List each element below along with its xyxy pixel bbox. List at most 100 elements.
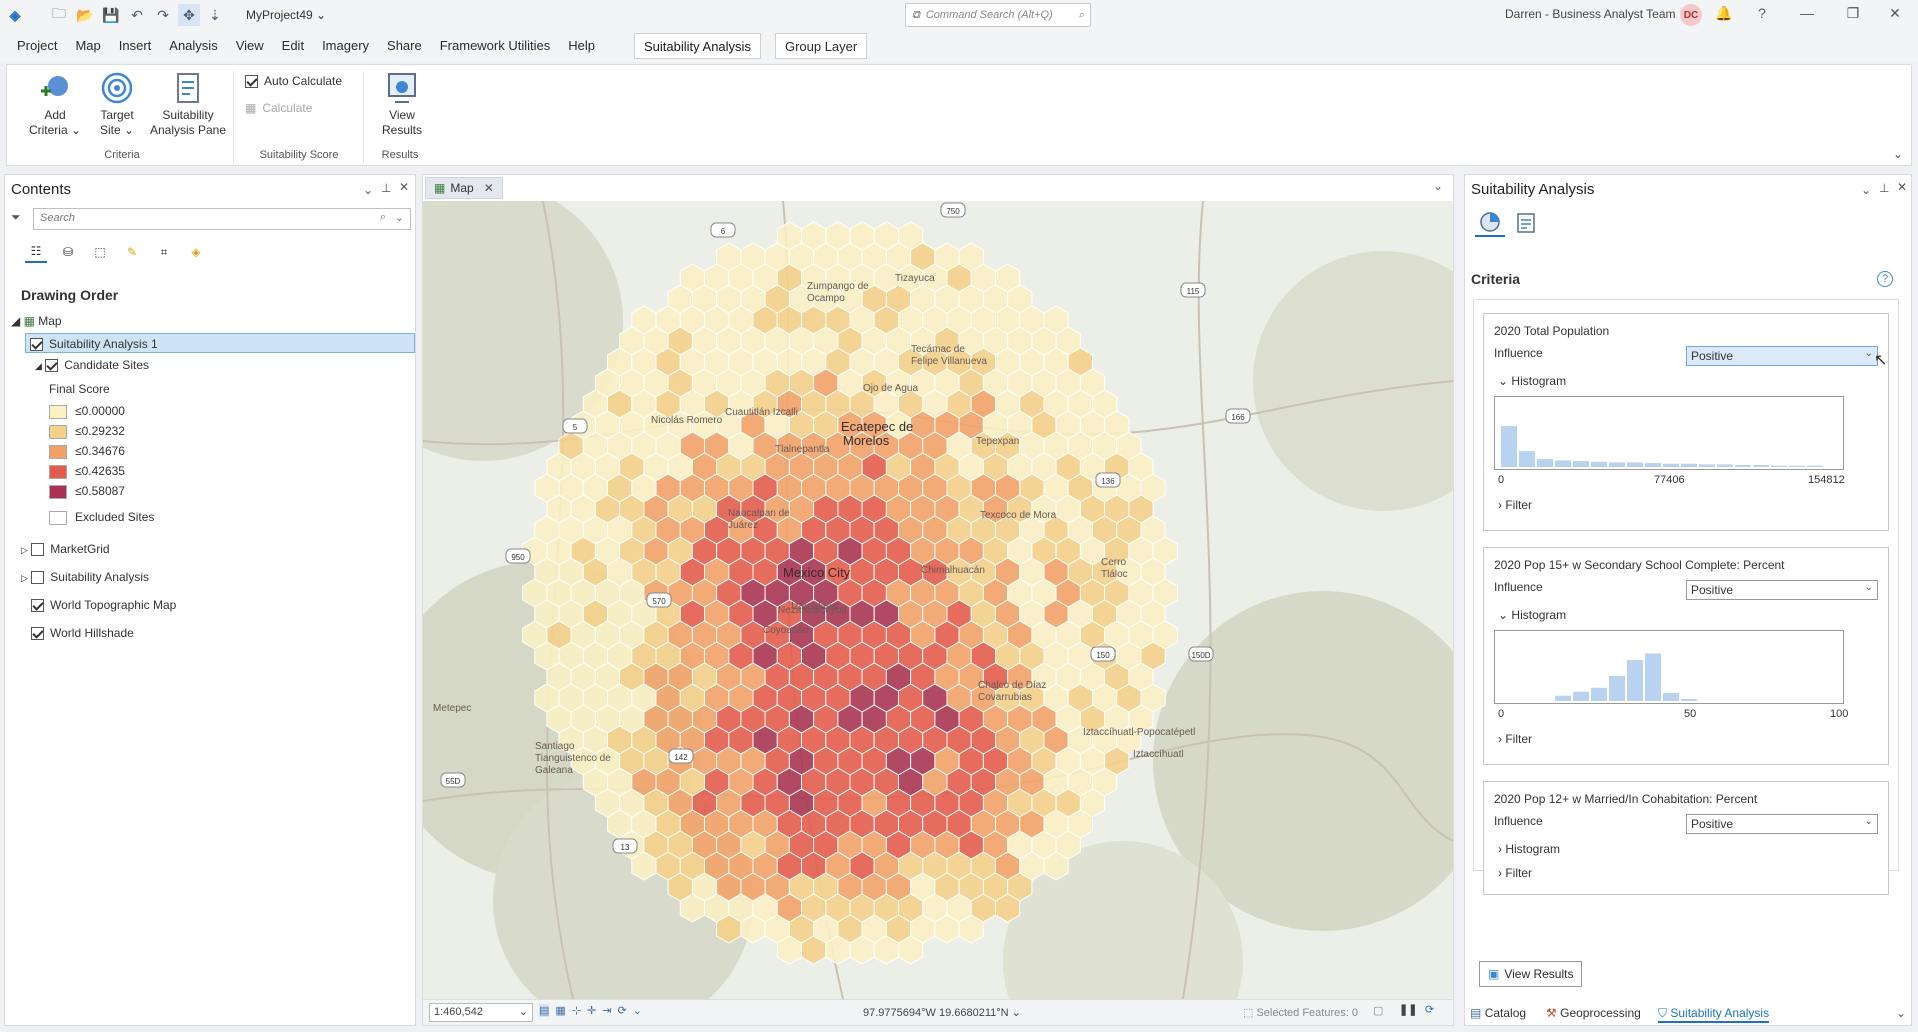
filter-toggle[interactable]: › Filter: [1498, 732, 1532, 746]
help-icon[interactable]: ?: [1752, 5, 1772, 25]
crosshair-icon[interactable]: ✛: [587, 1004, 596, 1017]
contents-search-input[interactable]: Search ⌕ ⌄: [33, 208, 411, 230]
project-name[interactable]: MyProject49 ⌄: [246, 8, 326, 22]
restore-icon[interactable]: ❐: [1843, 5, 1863, 25]
visibility-checkbox[interactable]: [31, 599, 44, 613]
tab-framework-utilities[interactable]: Framework Utilities: [431, 33, 560, 59]
tab-help[interactable]: Help: [559, 33, 604, 59]
customize-qat-icon[interactable]: ⇣: [204, 4, 226, 26]
close-icon[interactable]: ✕: [399, 180, 409, 194]
undo-icon[interactable]: ↶: [126, 4, 148, 26]
tab-geoprocessing[interactable]: ⚒ Geoprocessing: [1546, 1006, 1641, 1020]
collapsed-icon[interactable]: ▷: [21, 545, 28, 555]
histogram-toggle[interactable]: › Histogram: [1498, 842, 1560, 856]
grid-icon[interactable]: ▤: [539, 1004, 550, 1017]
tab-share[interactable]: Share: [378, 33, 431, 59]
histogram-toggle[interactable]: ⌄ Histogram: [1498, 608, 1566, 622]
visibility-checkbox[interactable]: [31, 627, 44, 641]
pause-icon[interactable]: ❚❚: [1399, 1003, 1417, 1016]
influence-dropdown[interactable]: Positive ⌄: [1686, 814, 1878, 834]
chevron-down-icon[interactable]: ⌄: [1433, 179, 1443, 193]
tree-item-map[interactable]: ◢ ▦ Map: [11, 311, 62, 331]
tab-group-layer[interactable]: Group Layer: [774, 33, 868, 59]
snap-icon[interactable]: ⊹: [572, 1004, 581, 1017]
score-tab[interactable]: [1511, 209, 1541, 237]
filter-toggle[interactable]: › Filter: [1498, 866, 1532, 880]
collapsed-icon[interactable]: ▷: [21, 573, 28, 583]
labeling-icon[interactable]: ◈: [185, 241, 207, 263]
notifications-icon[interactable]: 🔔: [1714, 5, 1734, 25]
chevron-down-icon[interactable]: ⌄: [633, 1004, 642, 1017]
tab-insert[interactable]: Insert: [110, 33, 161, 59]
scale-dropdown[interactable]: 1:460,542 ⌄: [429, 1003, 533, 1022]
histogram-toggle[interactable]: ⌄ Histogram: [1498, 374, 1566, 388]
goto-icon[interactable]: ⇥: [602, 1004, 611, 1017]
editing-icon[interactable]: ✎: [121, 241, 143, 263]
minimize-icon[interactable]: —: [1797, 5, 1817, 25]
influence-dropdown[interactable]: Positive ⌄: [1686, 580, 1878, 600]
visibility-checkbox[interactable]: [45, 359, 59, 373]
visibility-checkbox[interactable]: [30, 338, 43, 352]
view-results-button[interactable]: View Results: [371, 71, 433, 138]
suitability-analysis-pane-button[interactable]: Suitability Analysis Pane: [147, 71, 229, 138]
data-source-icon[interactable]: ⛁: [57, 241, 79, 263]
visibility-checkbox[interactable]: [31, 543, 45, 557]
tab-analysis[interactable]: Analysis: [160, 33, 226, 59]
rotate-icon[interactable]: ⟳: [617, 1004, 626, 1017]
tab-view[interactable]: View: [227, 33, 273, 59]
pin-icon[interactable]: ⊥: [381, 181, 391, 195]
pin-icon[interactable]: ⊥: [1879, 181, 1889, 195]
refresh-icon[interactable]: ⟳: [1425, 1003, 1434, 1016]
snapping-icon[interactable]: ⌗: [153, 241, 175, 263]
tab-catalog[interactable]: ▤ Catalog: [1470, 1006, 1526, 1020]
open-project-icon[interactable]: 📂: [74, 4, 96, 26]
selection-icon[interactable]: ⬚: [89, 241, 111, 263]
filter-toggle[interactable]: › Filter: [1498, 498, 1532, 512]
svg-text:6: 6: [721, 227, 726, 236]
command-search-input[interactable]: ⧉ Command Search (Alt+Q) ⌕: [905, 3, 1091, 27]
criteria-tab[interactable]: [1475, 209, 1505, 237]
tree-item-candidate-sites[interactable]: ◢ Candidate Sites: [35, 355, 149, 375]
add-criteria-button[interactable]: Add Criteria ⌄: [25, 71, 85, 138]
chevron-down-icon[interactable]: ⌄: [1896, 1006, 1906, 1020]
save-icon[interactable]: 💾: [100, 4, 122, 26]
coordinate-readout[interactable]: 97.9775694°W 19.6680211°N ⌄: [863, 1006, 1021, 1019]
close-icon[interactable]: ✕: [1897, 180, 1907, 194]
filter-icon[interactable]: ⏷: [11, 210, 21, 225]
map-canvas[interactable]: Ecatepec de Morelos Mexico City Iztapalapa N…: [423, 201, 1453, 999]
selected-features-count[interactable]: ⬚ Selected Features: 0: [1243, 1006, 1358, 1019]
tab-edit[interactable]: Edit: [273, 33, 313, 59]
tab-suitability-analysis[interactable]: Suitability Analysis: [634, 33, 761, 59]
auto-calculate-checkbox[interactable]: Auto Calculate: [245, 74, 342, 89]
view-results-button[interactable]: ▣ View Results: [1479, 961, 1583, 987]
tree-item-world-topographic-map[interactable]: World Topographic Map: [31, 595, 176, 615]
tree-item-marketgrid[interactable]: ▷ MarketGrid: [21, 539, 110, 559]
table-icon[interactable]: ▦: [555, 1004, 565, 1017]
target-site-button[interactable]: Target Site ⌄: [89, 71, 145, 138]
map-tab[interactable]: ▦ Map ✕: [425, 177, 503, 199]
close-icon[interactable]: ✕: [484, 181, 494, 195]
visibility-checkbox[interactable]: [31, 571, 45, 585]
new-project-icon[interactable]: 🗀: [48, 4, 70, 26]
tree-item-world-hillshade[interactable]: World Hillshade: [31, 623, 134, 643]
close-icon[interactable]: ✕: [1885, 5, 1905, 25]
help-icon[interactable]: ?: [1877, 271, 1893, 287]
user-name[interactable]: Darren - Business Analyst Team: [1505, 7, 1676, 21]
refresh-grid-icon[interactable]: ▢: [1373, 1004, 1383, 1017]
redo-icon[interactable]: ↷: [152, 4, 174, 26]
influence-dropdown[interactable]: Positive ⌄: [1686, 346, 1878, 366]
tree-item-suitability-analysis[interactable]: ▷ Suitability Analysis: [21, 567, 149, 587]
expand-icon[interactable]: ◢: [35, 361, 42, 371]
tree-item-suitability-analysis-1[interactable]: Suitability Analysis 1: [25, 333, 415, 353]
tab-project[interactable]: Project: [8, 33, 66, 59]
pane-menu-icon[interactable]: ⌄: [363, 183, 373, 197]
drawing-order-icon[interactable]: ☷: [25, 241, 47, 263]
pane-menu-icon[interactable]: ⌄: [1861, 183, 1871, 197]
avatar[interactable]: DC: [1680, 4, 1702, 26]
collapse-ribbon-icon[interactable]: ⌄: [1893, 147, 1903, 161]
expand-icon[interactable]: ◢: [11, 314, 20, 328]
explore-tool-icon[interactable]: ✥: [178, 4, 200, 26]
tab-suitability-analysis-pane[interactable]: ⛉ Suitability Analysis: [1658, 1006, 1770, 1023]
tab-imagery[interactable]: Imagery: [313, 33, 378, 59]
tab-map[interactable]: Map: [66, 33, 109, 59]
